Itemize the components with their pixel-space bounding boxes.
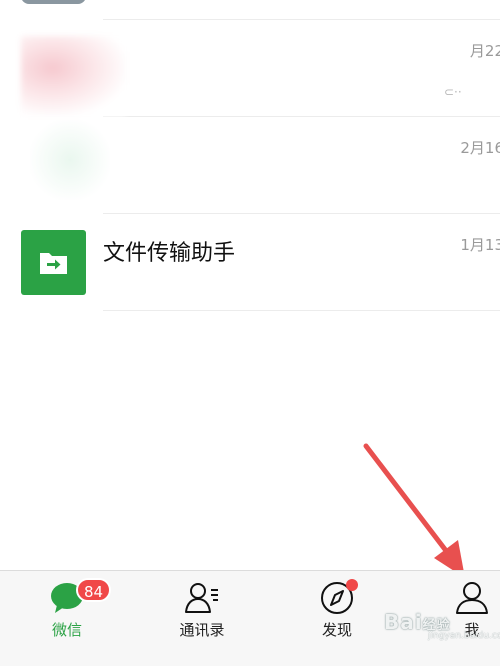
discover-dot-badge	[346, 579, 358, 591]
person-icon	[456, 582, 488, 614]
tab-discover[interactable]: 发现	[292, 571, 382, 666]
annotation-arrow	[363, 443, 465, 578]
chat-list-screen: 月22 ⊂·· 2月16 文件传输助手 1月13 微信 通讯录 发现 我 84 …	[0, 0, 500, 666]
watermark-sub: jingyan.baidu.com	[428, 631, 500, 641]
contacts-icon	[185, 583, 218, 613]
tab-contacts[interactable]: 通讯录	[157, 571, 247, 666]
unread-badge: 84	[76, 578, 112, 602]
tab-label: 发现	[321, 621, 352, 639]
tab-label: 微信	[51, 621, 82, 639]
tab-label: 通讯录	[179, 621, 225, 639]
watermark-text: Bai	[384, 610, 423, 634]
